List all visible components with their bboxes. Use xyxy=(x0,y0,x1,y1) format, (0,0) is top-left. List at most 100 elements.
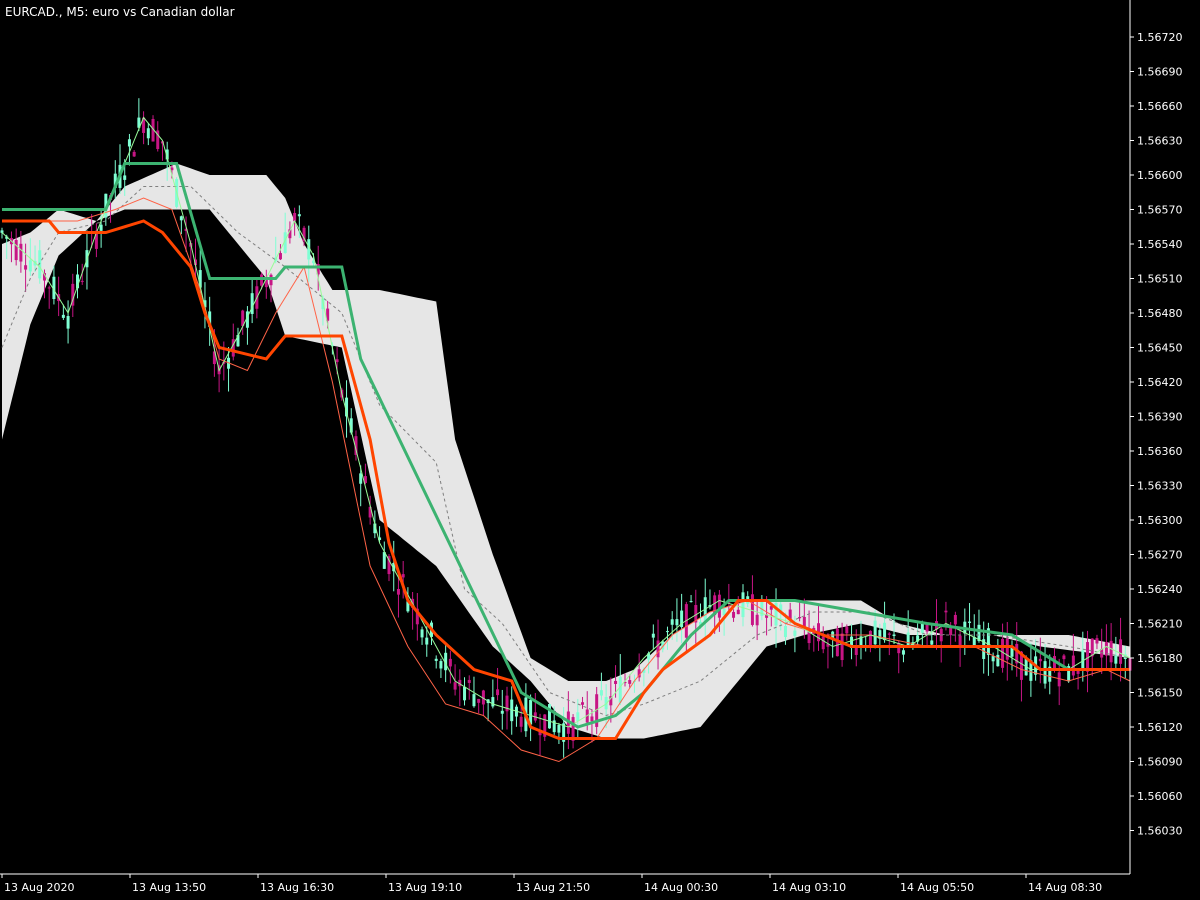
candle-body xyxy=(840,633,844,661)
y-tick-label: 1.56150 xyxy=(1137,687,1183,700)
candle-body xyxy=(590,716,594,722)
candle-body xyxy=(24,265,28,270)
candle-body xyxy=(146,128,150,139)
candle-body xyxy=(599,690,603,696)
candle-body xyxy=(0,230,4,233)
candle-body xyxy=(14,240,18,261)
candle-body xyxy=(628,680,632,684)
candle-body xyxy=(944,610,948,613)
x-tick-label: 13 Aug 2020 xyxy=(4,881,74,894)
y-tick-label: 1.56600 xyxy=(1137,169,1183,182)
chart-title: EURCAD., M5: euro vs Canadian dollar xyxy=(5,5,235,19)
y-tick-label: 1.56540 xyxy=(1137,238,1183,251)
candle-body xyxy=(47,287,51,289)
candle-body xyxy=(906,632,910,647)
y-tick-label: 1.56180 xyxy=(1137,652,1183,665)
candle-body xyxy=(425,637,429,645)
candle-body xyxy=(80,280,84,282)
candle-body xyxy=(250,293,254,314)
y-tick-label: 1.56240 xyxy=(1137,583,1183,596)
y-tick-label: 1.56570 xyxy=(1137,204,1183,217)
candle-body xyxy=(665,631,669,633)
candle-body xyxy=(401,574,405,578)
candle-body xyxy=(278,253,282,260)
candle-body xyxy=(1095,638,1099,644)
candle-body xyxy=(359,473,363,484)
candle-body xyxy=(750,594,754,625)
candle-body xyxy=(477,698,481,703)
candle-body xyxy=(463,686,467,701)
candle-body xyxy=(396,588,400,595)
candle-body xyxy=(1038,658,1042,662)
candle-body xyxy=(741,592,745,618)
x-tick-label: 14 Aug 05:50 xyxy=(900,881,974,894)
x-tick-label: 14 Aug 03:10 xyxy=(772,881,846,894)
candle-body xyxy=(854,646,858,655)
candle-body xyxy=(500,710,504,714)
y-tick-label: 1.56450 xyxy=(1137,342,1183,355)
candle-body xyxy=(887,633,891,635)
candle-body xyxy=(61,314,65,318)
candle-body xyxy=(66,316,70,329)
y-tick-label: 1.56300 xyxy=(1137,514,1183,527)
candle-body xyxy=(991,656,995,662)
candle-body xyxy=(557,725,561,733)
candle-body xyxy=(99,224,103,231)
candle-body xyxy=(1114,655,1118,664)
candle-body xyxy=(1119,639,1123,664)
candle-body xyxy=(783,626,787,638)
x-tick-label: 14 Aug 08:30 xyxy=(1028,881,1102,894)
x-tick-label: 13 Aug 21:50 xyxy=(516,881,590,894)
candle-body xyxy=(656,640,660,658)
candle-body xyxy=(651,633,655,638)
x-tick-label: 13 Aug 19:10 xyxy=(388,881,462,894)
candle-body xyxy=(755,614,759,626)
candle-body xyxy=(873,620,877,645)
x-tick-label: 13 Aug 16:30 xyxy=(260,881,334,894)
candle-body xyxy=(793,630,797,636)
y-tick-label: 1.56630 xyxy=(1137,135,1183,148)
candle-body xyxy=(467,679,471,683)
price-chart: 1.56720 1.56690 1.56660 1.56630 1.56600 1.565… xyxy=(0,0,1200,900)
y-tick-label: 1.56030 xyxy=(1137,825,1183,838)
y-tick-label: 1.56510 xyxy=(1137,273,1183,286)
candle-body xyxy=(868,630,872,648)
x-tick-label: 14 Aug 00:30 xyxy=(644,881,718,894)
candle-body xyxy=(576,712,580,722)
candle-body xyxy=(297,214,301,217)
candle-body xyxy=(953,614,957,625)
candle-body xyxy=(132,151,136,157)
candle-body xyxy=(1043,661,1047,684)
y-tick-label: 1.56060 xyxy=(1137,790,1183,803)
candle-body xyxy=(179,216,183,221)
candle-body xyxy=(1005,638,1009,660)
candle-body xyxy=(689,601,693,603)
y-tick-label: 1.56660 xyxy=(1137,100,1183,113)
y-tick-label: 1.56210 xyxy=(1137,618,1183,631)
candle-body xyxy=(434,658,438,661)
candle-body xyxy=(732,611,736,618)
candle-body xyxy=(581,702,585,705)
candle-body xyxy=(892,634,896,636)
chart-background xyxy=(0,0,1200,900)
candle-body xyxy=(722,608,726,616)
candle-body xyxy=(448,658,452,667)
candle-body xyxy=(614,680,618,684)
candle-body xyxy=(930,640,934,645)
candle-body xyxy=(19,243,23,262)
candle-body xyxy=(670,619,674,625)
y-tick-label: 1.56690 xyxy=(1137,66,1183,79)
y-tick-label: 1.56120 xyxy=(1137,721,1183,734)
y-tick-label: 1.56090 xyxy=(1137,756,1183,769)
candle-body xyxy=(996,654,1000,667)
candle-body xyxy=(382,552,386,569)
candle-body xyxy=(1090,638,1094,657)
candle-body xyxy=(439,661,443,669)
y-tick-label: 1.56270 xyxy=(1137,549,1183,562)
y-tick-label: 1.56330 xyxy=(1137,480,1183,493)
candle-body xyxy=(675,619,679,626)
y-tick-label: 1.56360 xyxy=(1137,445,1183,458)
candle-body xyxy=(618,676,622,703)
candle-body xyxy=(335,359,339,363)
candle-body xyxy=(496,689,500,696)
